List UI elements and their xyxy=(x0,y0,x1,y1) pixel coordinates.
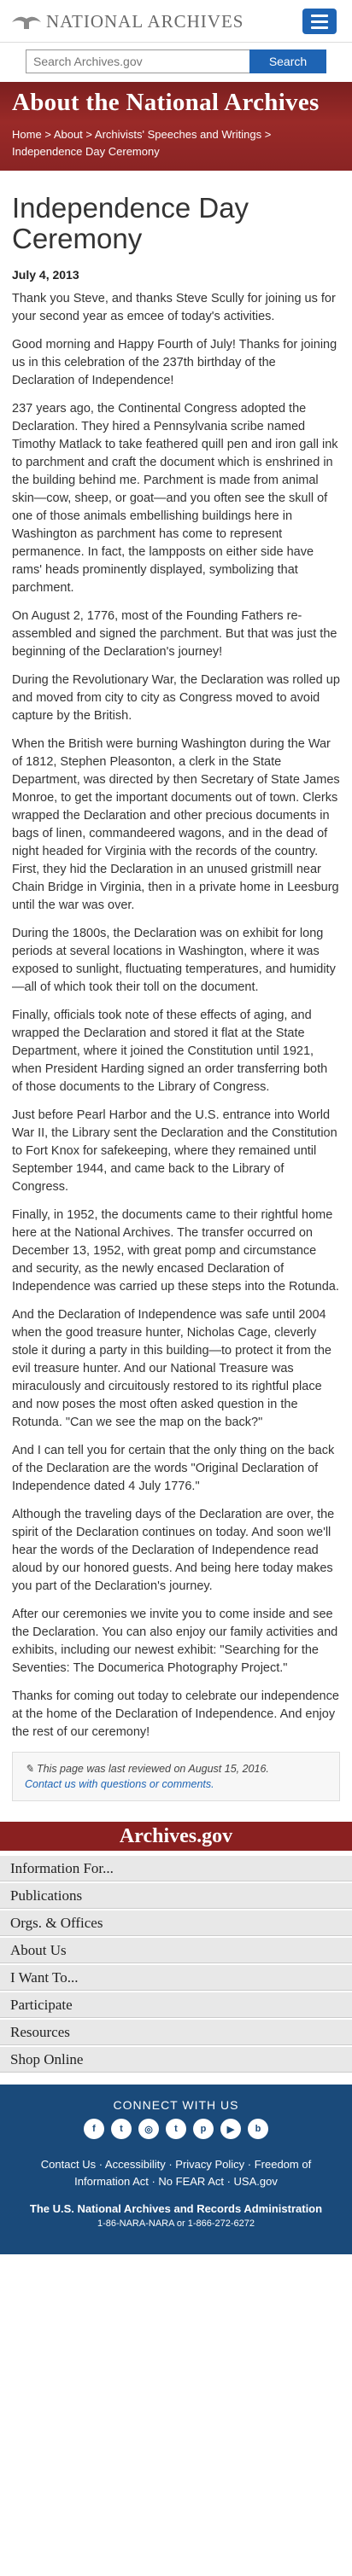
paragraph: During the Revolutionary War, the Declar… xyxy=(12,673,340,723)
pinterest-icon[interactable]: p xyxy=(193,2119,214,2139)
footer-phone: 1-86-NARA-NARA or 1-866-272-6272 xyxy=(0,2218,352,2254)
article-date: July 4, 2013 xyxy=(12,268,79,282)
blog-icon[interactable]: b xyxy=(248,2119,268,2139)
footer-nav-item[interactable]: Resources xyxy=(0,2018,352,2045)
eagle-icon xyxy=(10,10,43,32)
facebook-icon[interactable]: f xyxy=(84,2119,104,2139)
logo[interactable]: NATIONAL ARCHIVES xyxy=(10,10,243,32)
footer-org: The U.S. National Archives and Records A… xyxy=(0,2202,352,2218)
footer-nav-item[interactable]: Publications xyxy=(0,1881,352,1909)
breadcrumb: Home > About > Archivists' Speeches and … xyxy=(12,128,272,158)
page-title: Independence Day Ceremony xyxy=(12,192,249,254)
paragraph: Finally, officials took note of these ef… xyxy=(12,1009,328,1094)
paragraph: Thank you Steve, and thanks Steve Scully… xyxy=(12,292,336,323)
youtube-icon[interactable]: ▶ xyxy=(220,2119,241,2139)
connect-heading: CONNECT WITH US xyxy=(113,2098,239,2112)
section-banner: About the National Archives Home > About… xyxy=(0,82,352,171)
instagram-icon[interactable]: ◎ xyxy=(138,2119,159,2139)
paragraph: During the 1800s, the Declaration was on… xyxy=(12,927,336,994)
menu-button[interactable] xyxy=(302,9,337,34)
review-notice: ✎ This page was last reviewed on August … xyxy=(12,1752,340,1801)
twitter-icon[interactable]: t xyxy=(111,2119,132,2139)
footer-nav-item[interactable]: I Want To... xyxy=(0,1963,352,1991)
footer-nav-item[interactable]: Information For... xyxy=(0,1854,352,1881)
paragraph: Just before Pearl Harbor and the U.S. en… xyxy=(12,1108,337,1194)
paragraph: Good morning and Happy Fourth of July! T… xyxy=(12,338,337,387)
footer-nav-item[interactable]: Orgs. & Offices xyxy=(0,1909,352,1936)
footer-nav-item[interactable]: Shop Online xyxy=(0,2045,352,2073)
contact-link[interactable]: Contact us with questions or comments. xyxy=(25,1778,214,1790)
paragraph: After our ceremonies we invite you to co… xyxy=(12,1608,338,1675)
search-input[interactable] xyxy=(26,49,249,73)
tumblr-icon[interactable]: t xyxy=(166,2119,186,2139)
footer-nav-item[interactable]: About Us xyxy=(0,1936,352,1963)
breadcrumb-speeches[interactable]: Archivists' Speeches and Writings xyxy=(95,128,261,141)
article: Independence Day Ceremony July 4, 2013 T… xyxy=(0,171,352,1742)
paragraph: When the British were burning Washington… xyxy=(12,737,340,912)
footer-nav: Information For... Publications Orgs. & … xyxy=(0,1854,352,2073)
review-text: This page was last reviewed on August 15… xyxy=(36,1763,269,1775)
social-section: CONNECT WITH US f t ◎ t p ▶ b xyxy=(0,2085,352,2148)
footer-links[interactable]: Contact Us · Accessibility · Privacy Pol… xyxy=(0,2148,352,2202)
breadcrumb-home[interactable]: Home xyxy=(12,128,42,141)
paragraph: Although the traveling days of the Decla… xyxy=(12,1508,335,1593)
paragraph: Thanks for coming out today to celebrate… xyxy=(12,1689,339,1739)
site-header: NATIONAL ARCHIVES xyxy=(0,0,352,43)
footer-brand[interactable]: Archives.gov xyxy=(0,1822,352,1851)
paragraph: Finally, in 1952, the documents came to … xyxy=(12,1208,339,1294)
search-bar: Search xyxy=(0,43,352,82)
paragraph: And I can tell you for certain that the … xyxy=(12,1444,335,1493)
breadcrumb-current: Independence Day Ceremony xyxy=(12,145,160,158)
search-button[interactable]: Search xyxy=(249,49,326,73)
paragraph: And the Declaration of Independence was … xyxy=(12,1308,331,1429)
breadcrumb-about[interactable]: About xyxy=(54,128,83,141)
logo-text: NATIONAL ARCHIVES xyxy=(46,10,244,32)
section-title: About the National Archives xyxy=(12,89,320,116)
edit-icon: ✎ xyxy=(25,1763,37,1775)
paragraph: On August 2, 1776, most of the Founding … xyxy=(12,609,337,659)
paragraph: 237 years ago, the Continental Congress … xyxy=(12,402,338,595)
footer-nav-item[interactable]: Participate xyxy=(0,1991,352,2018)
